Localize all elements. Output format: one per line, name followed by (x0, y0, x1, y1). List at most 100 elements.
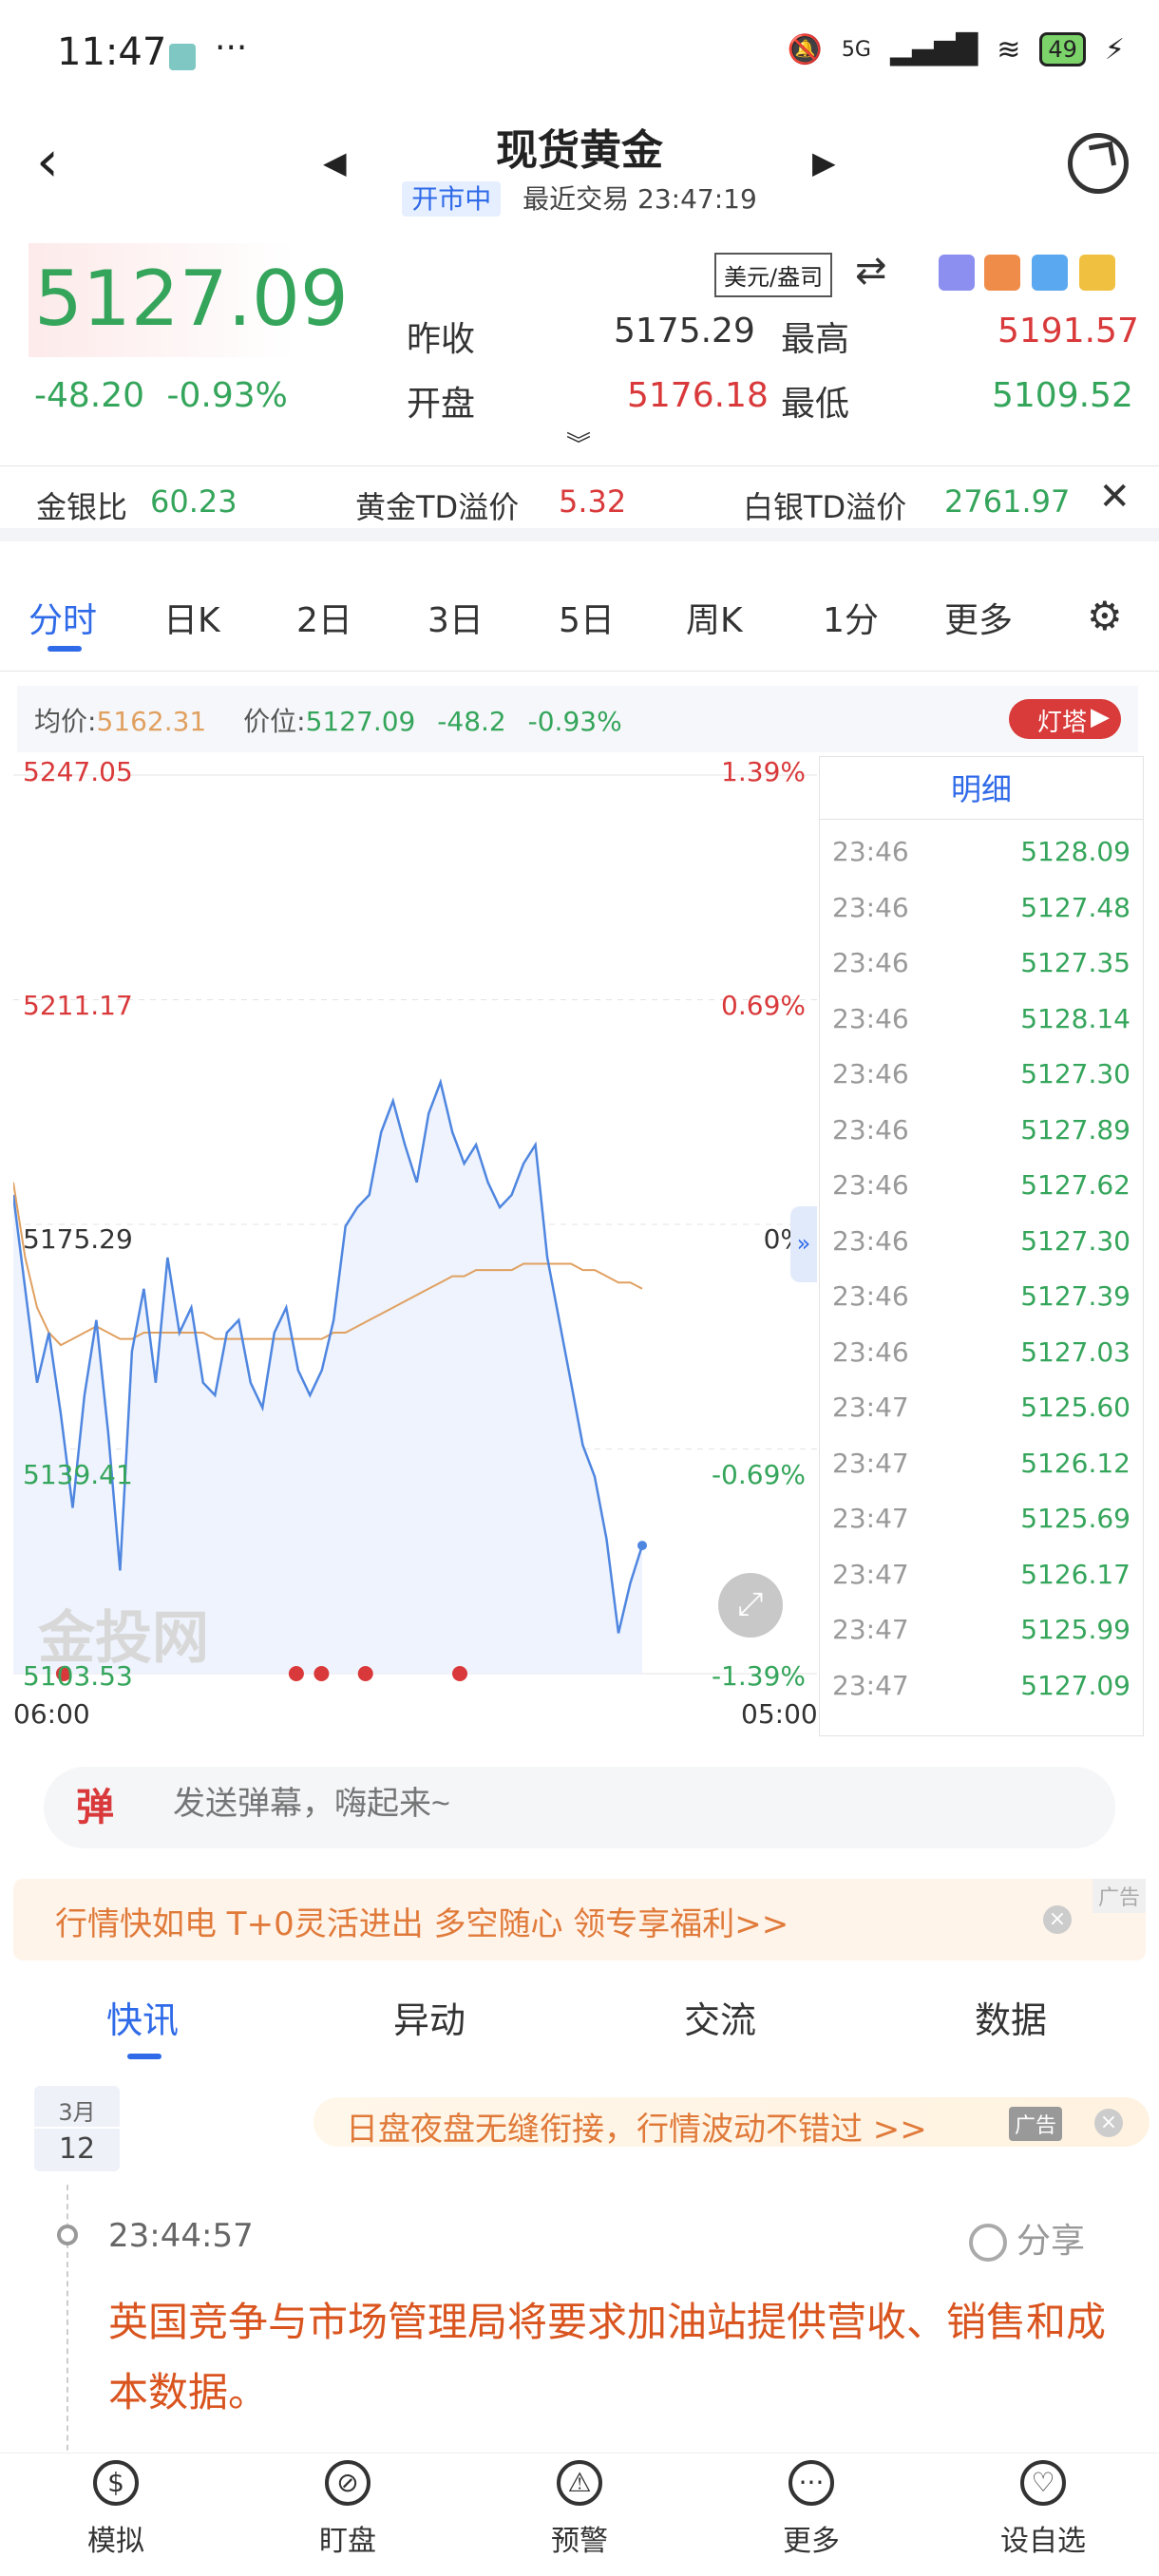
tab-discussion[interactable]: 交流 (684, 1991, 756, 2043)
current-point (637, 1541, 647, 1551)
charging-icon: ⚡ (1104, 32, 1125, 66)
event-marker[interactable] (452, 1666, 468, 1681)
nav-label: 盯盘 (319, 2525, 376, 2558)
fullscreen-icon[interactable]: ⤢ (718, 1573, 783, 1638)
share-label: 分享 (1016, 2222, 1086, 2261)
note-tool-icon[interactable] (1079, 255, 1115, 291)
ad-tag: 广告 (1009, 2107, 1063, 2141)
settings-icon[interactable]: ⚙ (1087, 593, 1123, 639)
pie-tool-icon[interactable] (1032, 255, 1068, 291)
ad-strip-text[interactable]: 日盘夜盘无缝衔接，行情波动不错过 >> (346, 2103, 927, 2150)
tab-daily-k[interactable]: 日K (163, 593, 220, 642)
news-headline[interactable]: 英国竞争与市场管理局将要求加油站提供营收、销售和成本数据。 (108, 2287, 1115, 2428)
intraday-chart[interactable] (11, 756, 817, 1693)
y-tick-right: 1.39% (721, 756, 806, 787)
trade-time: 23:46 (832, 1169, 909, 1201)
low-label: 最低 (781, 385, 850, 424)
prev-close-value: 5175.29 (614, 312, 755, 350)
nav-add-watchlist[interactable]: ♡ 设自选 (967, 2460, 1119, 2559)
tab-1-min[interactable]: 1分 (823, 593, 879, 642)
tab-more[interactable]: 更多 (944, 593, 1013, 642)
chart-info-row: 均价:5162.31 价位:5127.09 -48.2 -0.93% (17, 686, 1138, 752)
price-level-change-pct: -0.93% (527, 706, 622, 737)
trade-time: 23:47 (832, 1447, 909, 1479)
lighthouse-label: 灯塔 (1036, 709, 1087, 737)
trade-time: 23:46 (832, 1002, 909, 1034)
trade-row: 23:47 5125.99 (832, 1614, 1134, 1670)
simulate-icon: $ (93, 2460, 139, 2506)
market-status-row: 开市中 最近交易 23:47:19 (0, 179, 1159, 217)
nav-label: 设自选 (1000, 2525, 1086, 2558)
tab-2-day[interactable]: 2日 (296, 593, 352, 642)
date-badge: 3月 12 (34, 2086, 120, 2171)
event-marker[interactable] (357, 1666, 373, 1681)
chart-svg (11, 774, 817, 1681)
tab-weekly-k[interactable]: 周K (686, 593, 743, 642)
close-icon[interactable]: × (1094, 2109, 1123, 2137)
gold-td-value: 5.32 (559, 483, 627, 520)
tab-data[interactable]: 数据 (975, 1991, 1047, 2043)
y-tick-left: 5247.05 (23, 756, 133, 787)
trade-time: 23:46 (832, 1280, 909, 1312)
tab-movements[interactable]: 异动 (393, 1991, 466, 2043)
event-marker[interactable] (288, 1666, 304, 1681)
avg-price-label: 均价: (34, 706, 97, 737)
trade-price: 5126.12 (1020, 1447, 1130, 1479)
next-instrument-button[interactable]: ▶ (812, 144, 836, 180)
trade-row: 23:46 5127.30 (832, 1225, 1134, 1281)
period-tabs: 分时 日K 2日 3日 5日 周K 1分 更多 ⚙ (0, 579, 1159, 655)
tab-3-day[interactable]: 3日 (428, 593, 484, 642)
active-tab-indicator (48, 646, 82, 652)
trade-price: 5127.62 (1020, 1169, 1130, 1201)
price-level-change: -48.2 (437, 706, 506, 737)
tab-5-day[interactable]: 5日 (559, 593, 615, 642)
network-label: 5G (841, 37, 871, 62)
ad-tag: 广告 (1092, 1879, 1146, 1913)
collapse-panel-icon[interactable]: » (790, 1206, 817, 1282)
promo-text[interactable]: 行情快如电 T+0灵活进出 多空随心 领专享福利>> (55, 1898, 788, 1944)
refresh-icon[interactable] (1068, 133, 1129, 194)
nav-watch[interactable]: ⊘ 盯盘 (272, 2460, 424, 2559)
prev-instrument-button[interactable]: ◀ (323, 144, 347, 180)
signal-icon: ▂▄▆█ (889, 32, 978, 66)
silver-td-label: 白银TD溢价 (743, 489, 907, 525)
trade-price: 5125.99 (1020, 1614, 1130, 1645)
news-time: 23:44:57 (108, 2217, 254, 2255)
price-level-label: 价位: (243, 706, 306, 737)
percent-tool-icon[interactable] (939, 255, 975, 291)
danmu-input[interactable] (173, 1786, 1028, 1823)
nav-more[interactable]: ··· 更多 (735, 2460, 887, 2559)
timeline-dot (57, 2225, 78, 2245)
trade-row: 23:46 5127.35 (832, 947, 1134, 1003)
lighthouse-button[interactable]: 灯塔 ▶ (1008, 699, 1121, 739)
close-icon[interactable]: ✕ (1098, 475, 1130, 519)
nav-simulate[interactable]: $ 模拟 (40, 2460, 192, 2559)
change-value: -48.20 (34, 376, 145, 415)
expand-chevron-icon[interactable]: ︾ (566, 426, 591, 461)
news-tabs: 快讯 异动 交流 数据 (0, 1991, 1159, 2067)
unit-selector[interactable]: 美元/盎司 (714, 253, 833, 297)
divider (0, 671, 1159, 672)
page-title: 现货黄金 (496, 126, 663, 175)
share-button[interactable]: 分享 (969, 2213, 1085, 2263)
nav-label: 模拟 (87, 2525, 144, 2558)
premium-bar: 金银比 60.23 黄金TD溢价 5.32 白银TD溢价 2761.97 (0, 465, 1159, 541)
close-icon[interactable]: × (1043, 1905, 1072, 1934)
tab-intraday[interactable]: 分时 (28, 593, 97, 642)
trade-row: 23:47 5125.69 (832, 1503, 1134, 1559)
trade-price: 5127.35 (1020, 947, 1130, 978)
info-tool-icon[interactable] (984, 255, 1020, 291)
status-time: 11:47 (57, 30, 167, 74)
trade-time: 23:46 (832, 1058, 909, 1089)
swap-icon[interactable]: ⇄ (855, 249, 887, 293)
event-marker[interactable] (314, 1666, 330, 1681)
prev-close-label: 昨收 (407, 320, 476, 359)
nav-alert[interactable]: ⚠ 预警 (504, 2460, 656, 2559)
trade-row: 23:46 5127.39 (832, 1280, 1134, 1336)
current-price: 5127.09 (34, 255, 349, 343)
tab-flash-news[interactable]: 快讯 (106, 1991, 179, 2043)
divider (819, 819, 1144, 820)
open-label: 开盘 (407, 385, 476, 424)
price-level-value: 5127.09 (305, 706, 416, 737)
trade-price: 5127.39 (1020, 1280, 1130, 1312)
